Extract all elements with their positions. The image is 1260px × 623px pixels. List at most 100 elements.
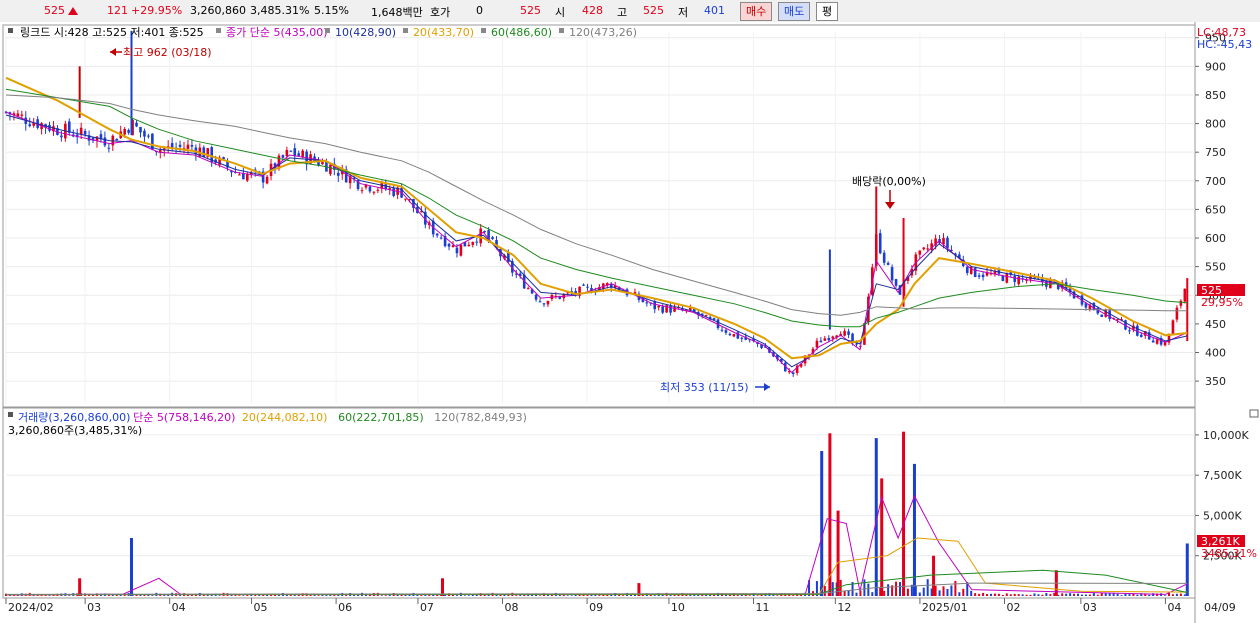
candle-body xyxy=(491,237,494,239)
volume-bar xyxy=(317,595,320,596)
candle-body xyxy=(115,138,119,141)
volume-bar xyxy=(420,595,423,596)
candle-body xyxy=(455,247,459,254)
panel-menu-icon[interactable] xyxy=(8,28,13,33)
candle-body xyxy=(1005,272,1009,283)
volume-bar xyxy=(1021,594,1024,596)
volume-bar xyxy=(958,592,961,596)
candle-body xyxy=(238,174,241,176)
volume-bar xyxy=(1041,594,1044,596)
volume-spike-bar xyxy=(932,555,936,596)
flat-button[interactable]: 평 xyxy=(816,2,839,21)
volume-bar xyxy=(1092,593,1095,596)
volume-bar xyxy=(748,595,751,596)
date-tick-label: 08 xyxy=(505,601,519,614)
volume-bar xyxy=(238,595,241,596)
volume-bar xyxy=(539,595,542,596)
volume-panel-menu-icon[interactable] xyxy=(8,412,13,417)
candle-body xyxy=(459,244,463,256)
price-change: 121 xyxy=(107,4,128,17)
quote-label: 호가 xyxy=(430,6,451,19)
date-tick-label: 02 xyxy=(1006,601,1020,614)
candle-body xyxy=(127,130,130,133)
candle-body xyxy=(123,129,126,135)
legend-marker xyxy=(216,28,221,33)
volume-bar xyxy=(713,594,716,596)
volume-bar xyxy=(918,592,921,596)
volume-bar xyxy=(1013,593,1016,596)
low-value: 401 xyxy=(704,4,725,17)
volume-bar xyxy=(895,581,898,596)
volume-bar xyxy=(847,590,850,596)
candle-body xyxy=(471,241,475,245)
candle-body xyxy=(890,267,894,281)
price-tick-label: 600 xyxy=(1205,232,1226,245)
buy-button[interactable]: 매수 xyxy=(740,2,773,21)
volume-bar xyxy=(1148,594,1151,596)
volume-text: 3,260,860주(3,485,31%) xyxy=(8,424,142,437)
volume-bar xyxy=(1049,594,1052,596)
hc-label: HC:-45,43 xyxy=(1197,38,1252,51)
high-label: 고 xyxy=(617,6,628,19)
candle-body xyxy=(740,337,744,339)
volume-bar xyxy=(792,595,795,596)
volume-bar xyxy=(384,595,387,596)
volume-bar xyxy=(1116,593,1119,596)
candle-body xyxy=(965,266,969,273)
volume-bar xyxy=(970,590,973,596)
volume-legend-item: 거래량(3,260,860,00) xyxy=(18,411,130,424)
candle-body xyxy=(582,284,585,286)
current-volume-pct-tag: 3485,31% xyxy=(1201,547,1257,560)
stock-chart[interactable]: 350400450500550600650700750800850900950 … xyxy=(0,22,1260,623)
volume-bar xyxy=(582,594,585,596)
volume-bar xyxy=(550,595,553,596)
volume-bar xyxy=(598,595,601,596)
candle-body xyxy=(819,340,823,343)
volume-bar xyxy=(942,586,945,596)
volume-bar xyxy=(871,592,874,596)
volume-bar xyxy=(653,595,656,596)
date-tick-label: 12 xyxy=(837,601,851,614)
candle-body xyxy=(404,198,407,200)
date-tick-label: 05 xyxy=(254,601,268,614)
candle-body xyxy=(645,302,649,304)
candle-body xyxy=(926,248,929,250)
current-pct-tag: 29,95% xyxy=(1201,296,1243,309)
volume-bar xyxy=(1179,593,1182,596)
volume-bar xyxy=(922,587,925,596)
volume-bar xyxy=(424,595,427,596)
volume-bar xyxy=(950,585,953,596)
annotation-high: 최고 962 (03/18) xyxy=(110,46,212,59)
date-tick-label: 04/09 xyxy=(1204,601,1236,614)
low-label: 저 xyxy=(678,6,689,19)
volume-legend-item: 120(782,849,93) xyxy=(434,411,527,424)
candle-body xyxy=(653,301,657,310)
volume-bar xyxy=(1037,594,1040,596)
candle-body xyxy=(981,274,985,278)
date-tick-label: 03 xyxy=(87,601,101,614)
volume-spike-bar xyxy=(880,478,884,596)
sell-button[interactable]: 매도 xyxy=(778,2,811,21)
candle-body xyxy=(447,243,451,247)
volume-bar xyxy=(455,595,458,596)
candle-body xyxy=(882,252,886,263)
trade-volume: 3,260,860 xyxy=(190,4,246,17)
quote-price: 525 xyxy=(520,4,541,17)
price-tick-label: 400 xyxy=(1205,346,1226,359)
panel-maximize-icon[interactable] xyxy=(1249,409,1259,418)
stock-label: 링크드 시:428 고:525 저:401 종:525 xyxy=(20,26,204,39)
volume-bar xyxy=(1069,593,1072,596)
candle-body xyxy=(815,340,819,348)
volume-bar xyxy=(982,592,985,596)
ma-legend-item: 120(473,26) xyxy=(569,26,637,39)
volume-bar xyxy=(938,590,941,596)
volume-legend-item: 60(222,701,85) xyxy=(338,411,424,424)
volume-bar xyxy=(1017,594,1020,596)
volume-tick-label: 7,500K xyxy=(1203,469,1242,482)
candle-body xyxy=(1013,276,1017,282)
volume-bar xyxy=(1128,594,1131,596)
candle-body xyxy=(246,174,249,181)
candle-body xyxy=(894,279,898,286)
volume-bar xyxy=(1088,594,1091,596)
volume-spike-bar xyxy=(129,538,133,596)
